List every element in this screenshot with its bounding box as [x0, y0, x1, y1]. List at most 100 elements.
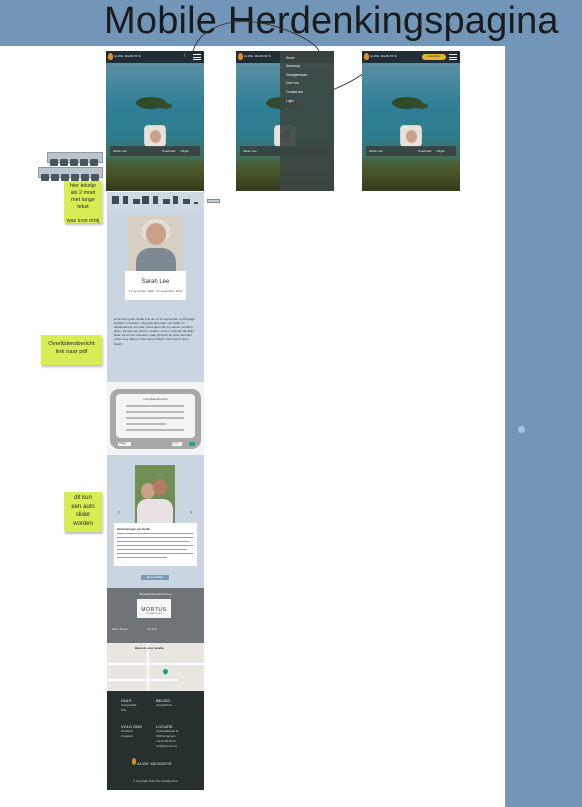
nav-icon[interactable] — [183, 199, 190, 204]
toolbar-icon[interactable] — [90, 159, 98, 166]
name-card: Sarah Lee 17 november 1935 - 21 septembe… — [125, 271, 186, 301]
story-card: Herinneringen aan Sarah — [114, 523, 197, 566]
name-bar: Sarah Lee Overleden Volgen — [366, 146, 456, 156]
deceased-label: Overleden — [162, 149, 176, 153]
undertaker-phone: Tel: 0123 — [147, 628, 158, 631]
story-title: Herinneringen aan Sarah — [117, 527, 151, 531]
nav-icon[interactable] — [153, 196, 158, 204]
undertaker-sub: UITVAARTZORG — [146, 613, 162, 615]
forest-foreground — [106, 157, 204, 191]
menu-item-over-ons[interactable]: Over ons — [286, 81, 334, 85]
signup-button[interactable]: Aanmelden — [422, 54, 446, 60]
nav-icon[interactable] — [123, 196, 128, 204]
footer-policy-heading: BELEID — [156, 698, 171, 703]
island-shape-small — [158, 103, 172, 109]
footer-link[interactable]: Veelgestelde — [121, 704, 136, 707]
toolbar-icon[interactable] — [61, 174, 69, 181]
menu-item-login[interactable]: Login — [286, 99, 334, 103]
avatar — [400, 125, 422, 147]
slide-menu: Home Aanvraag Gedagtenissen Over ons Con… — [280, 51, 334, 191]
icon-toolbar[interactable] — [38, 167, 103, 181]
more-stories-button[interactable]: Meer verhalen — [141, 575, 169, 580]
navbar: ALWE MEMORIS Aanmelden — [362, 51, 460, 63]
mobile-frame-logged-in[interactable]: ALWE MEMORIS Aanmelden Sarah Lee Overled… — [362, 51, 460, 191]
nav-icon[interactable] — [194, 202, 198, 204]
toolbar-icon[interactable] — [51, 174, 59, 181]
toolbar-icon[interactable] — [71, 174, 79, 181]
pdf-viewer[interactable]: Overlijdensbericht Vorige 1 / 2 — [110, 389, 201, 449]
footer-address: Voorbeeldstraat 11 — [156, 730, 179, 733]
footer-link[interactable]: privacybeleid — [156, 704, 172, 707]
pdf-title: Overlijdensbericht — [143, 397, 168, 401]
pdf-page-indicator: 1 / 2 — [172, 442, 182, 446]
flame-logo-icon — [238, 53, 243, 60]
slider-next-icon[interactable]: › — [190, 510, 192, 516]
island-shape-small — [414, 103, 428, 109]
logo-text: ALWE MEMORIS — [370, 54, 398, 58]
forest-foreground — [362, 157, 460, 191]
location-map[interactable]: Bezoek onze locatie — [107, 643, 204, 691]
menu-item-gedagtenissen[interactable]: Gedagtenissen — [286, 73, 334, 77]
footer-location-heading: LOCATIE — [156, 724, 173, 729]
toolbar-icon[interactable] — [60, 159, 68, 166]
pdf-next-button[interactable] — [189, 442, 195, 446]
flame-logo-icon — [364, 53, 369, 60]
follow-button[interactable]: Volgen — [436, 149, 445, 153]
toolbar-icon[interactable] — [50, 159, 58, 166]
pdf-page: Overlijdensbericht — [116, 394, 195, 438]
deceased-name: Sarah Lee — [141, 279, 170, 285]
mini-toolbar[interactable] — [207, 199, 220, 203]
footer-phone[interactable]: +32 00 00 00 00 — [156, 740, 176, 743]
undertaker-logo[interactable]: MORTUS UITVAARTZORG — [137, 599, 171, 618]
moon-icon[interactable]: ☾ — [286, 107, 334, 111]
toolbar-icon[interactable] — [70, 159, 78, 166]
deceased-label: Overleden — [418, 149, 432, 153]
sticky-note[interactable]: Overlijdensbericht link naar pdf — [41, 335, 102, 365]
follow-button[interactable]: Volgen — [180, 149, 189, 153]
nav-icon[interactable] — [142, 196, 149, 204]
life-dates: 17 november 1935 - 21 september 2021 — [128, 289, 183, 293]
navbar: ALWE MEMORIS ☾ — [106, 51, 204, 63]
biography-text: Herinnering aan Sarah Lee die op 21 sept… — [114, 317, 195, 346]
mobile-frame-menu[interactable]: ALWE MEMORIS Sarah Lee Home Aanvraag Ged… — [236, 51, 334, 191]
moon-icon[interactable]: ☾ — [184, 54, 188, 59]
memorial-page-mockup[interactable]: Sarah Lee 17 november 1935 - 21 septembe… — [107, 192, 204, 790]
name-label: Sarah Lee — [113, 149, 127, 153]
nav-icon[interactable] — [163, 199, 170, 204]
footer-link[interactable]: Instagram — [121, 735, 133, 738]
icon-toolbar[interactable] — [47, 152, 103, 166]
footer-follow-heading: VOLG ONS — [121, 724, 142, 729]
logo-text: ALWE MEMORIS — [244, 54, 272, 58]
hamburger-menu-icon[interactable] — [449, 54, 457, 60]
mobile-frame-home[interactable]: ALWE MEMORIS ☾ Sarah Lee Overleden Volge… — [106, 51, 204, 191]
footer-logo: ALWE MEMORIS — [132, 758, 172, 766]
footer-email[interactable]: info@memoris.be — [156, 745, 177, 748]
footer: HULP Veelgestelde FAQ BELEID privacybele… — [107, 691, 204, 790]
copyright: © Copyright 2021 The Sunday Crew — [133, 779, 178, 783]
name-bar: Sarah Lee Overleden Volgen — [110, 146, 200, 156]
toolbar-icon[interactable] — [80, 159, 88, 166]
toolbar-icon[interactable] — [41, 174, 49, 181]
hamburger-menu-icon[interactable] — [193, 54, 201, 60]
nav-icon[interactable] — [173, 196, 178, 204]
slider-prev-icon[interactable]: ‹ — [118, 510, 120, 516]
page-icon-nav — [107, 192, 204, 210]
map-pin-icon[interactable] — [161, 667, 170, 676]
portrait-photo — [128, 215, 183, 272]
name-label: Sarah Lee — [369, 149, 383, 153]
toolbar-icon[interactable] — [91, 174, 99, 181]
footer-link[interactable]: FAQ — [121, 709, 126, 712]
nav-icon[interactable] — [112, 196, 119, 204]
footer-link[interactable]: Facebook — [121, 730, 133, 733]
nav-icon[interactable] — [133, 199, 140, 204]
pdf-prev-button[interactable]: Vorige — [118, 442, 131, 446]
undertaker-title: Begrafenisonderneming — [139, 592, 172, 596]
toolbar-icon[interactable] — [81, 174, 89, 181]
logo-text: ALWE MEMORIS — [114, 54, 142, 58]
menu-item-contact[interactable]: Contact ons — [286, 90, 334, 94]
footer-help-heading: HULP — [121, 698, 132, 703]
menu-item-home[interactable]: Home — [286, 56, 334, 60]
sticky-note[interactable]: dit kun een auto slider worden — [64, 492, 102, 532]
menu-item-aanvraag[interactable]: Aanvraag — [286, 64, 334, 68]
sticky-note[interactable]: hier tekstje als 2 moet met lange tekst … — [64, 181, 102, 224]
